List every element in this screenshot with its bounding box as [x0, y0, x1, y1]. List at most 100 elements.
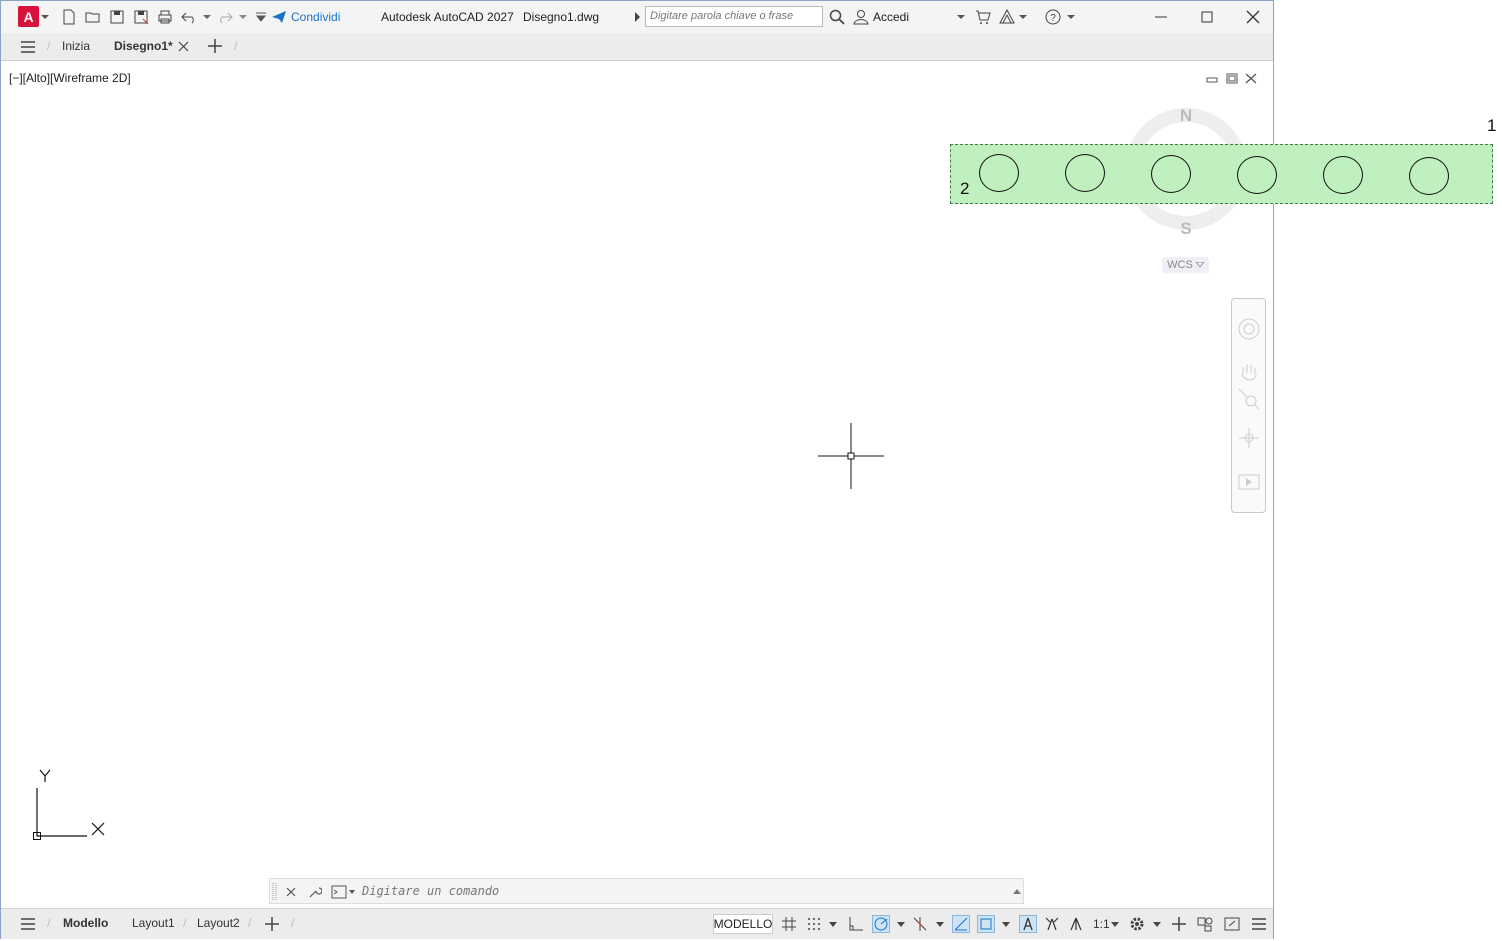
connect-dropdown-icon[interactable]	[1019, 13, 1027, 21]
help-icon[interactable]: ?	[1045, 9, 1061, 25]
open-folder-icon[interactable]	[85, 9, 101, 25]
customize-wrench-icon[interactable]	[308, 885, 322, 899]
compass-south[interactable]: S	[1180, 219, 1191, 238]
redo-icon[interactable]	[217, 9, 233, 25]
object-snap-icon[interactable]	[977, 915, 995, 933]
circle-entity[interactable]	[1323, 156, 1363, 194]
autocad-logo-button[interactable]: A	[18, 6, 39, 27]
signin-dropdown-icon[interactable]	[957, 13, 965, 21]
scale-dropdown-icon[interactable]	[1111, 922, 1119, 928]
file-name: Disegno1.dwg	[523, 10, 600, 24]
share-button[interactable]: Condividi	[291, 9, 340, 25]
model-space-button[interactable]: MODELLO	[713, 914, 773, 934]
cart-icon[interactable]	[975, 9, 991, 25]
status-bar: / Modello Layout1 / Layout2 / / MODELLO …	[1, 908, 1273, 939]
annotation-visibility-icon[interactable]	[1019, 915, 1037, 933]
zoom-extents-icon[interactable]	[1237, 387, 1261, 411]
tab-drawing[interactable]: Disegno1*	[114, 39, 173, 53]
polar-tracking-icon[interactable]	[872, 915, 890, 933]
file-tab-bar: / Inizia Disegno1* /	[1, 33, 1273, 61]
close-icon[interactable]	[1245, 9, 1261, 25]
expand-history-icon[interactable]	[1013, 888, 1021, 894]
minimize-icon[interactable]	[1153, 9, 1169, 25]
layout-menu-icon[interactable]	[20, 916, 36, 932]
tab-layout1[interactable]: Layout1	[132, 916, 175, 930]
isometric-drafting-icon[interactable]	[912, 916, 928, 932]
undo-dropdown-icon[interactable]	[203, 13, 211, 21]
viewport-minimize-icon[interactable]	[1206, 73, 1218, 84]
search-icon[interactable]	[829, 9, 845, 25]
print-icon[interactable]	[157, 9, 173, 25]
ucs-y-axis-icon	[39, 769, 51, 782]
circle-entity[interactable]	[1065, 154, 1105, 192]
workspace-gear-icon[interactable]	[1129, 916, 1145, 932]
polar-dropdown-icon[interactable]	[897, 922, 905, 928]
redo-dropdown-icon[interactable]	[239, 13, 247, 21]
steering-wheel-icon[interactable]	[1237, 317, 1261, 341]
tab-separator: /	[291, 916, 295, 930]
grip-handle-icon[interactable]	[272, 883, 278, 901]
search-expand-icon[interactable]	[633, 12, 641, 22]
snap-mode-icon[interactable]	[806, 916, 822, 932]
isolate-objects-icon[interactable]	[1197, 916, 1213, 932]
isometric-dropdown-icon[interactable]	[936, 922, 944, 928]
new-tab-icon[interactable]	[207, 38, 223, 54]
annotation-scale-icon[interactable]	[1068, 916, 1084, 932]
orbit-icon[interactable]	[1237, 426, 1261, 450]
viewport-restore-icon[interactable]	[1226, 73, 1238, 84]
viewport-close-icon[interactable]	[1245, 73, 1257, 84]
osnap-dropdown-icon[interactable]	[1002, 922, 1010, 928]
grid-icon[interactable]	[781, 916, 797, 932]
share-icon[interactable]	[271, 9, 287, 25]
showmotion-icon[interactable]	[1237, 467, 1261, 491]
save-icon[interactable]	[109, 9, 125, 25]
wcs-label: WCS	[1167, 259, 1193, 271]
compass-north[interactable]: N	[1180, 106, 1192, 125]
selection-window[interactable]: 2	[950, 144, 1493, 204]
tab-separator: /	[248, 916, 252, 930]
circle-entity[interactable]	[979, 154, 1019, 192]
selection-corner-label-1: 1	[1487, 116, 1497, 135]
object-snap-tracking-icon[interactable]	[952, 915, 970, 933]
annotation-monitor-icon[interactable]	[1171, 916, 1187, 932]
pan-hand-icon[interactable]	[1237, 361, 1261, 385]
auto-scale-icon[interactable]	[1044, 916, 1060, 932]
tab-model[interactable]: Modello	[63, 916, 108, 930]
clean-screen-icon[interactable]	[1224, 916, 1240, 932]
recent-commands-icon[interactable]	[331, 885, 357, 899]
snap-dropdown-icon[interactable]	[829, 922, 837, 928]
close-tab-icon[interactable]	[178, 41, 189, 52]
command-input[interactable]: Digitare un comando	[362, 884, 499, 898]
new-layout-icon[interactable]	[264, 916, 280, 932]
app-menu-dropdown-icon[interactable]	[41, 13, 49, 21]
workspace-dropdown-icon[interactable]	[1153, 922, 1161, 928]
viewport-controls-label[interactable]: [−][Alto][Wireframe 2D]	[9, 71, 131, 85]
title-bar: A Condividi Autodesk AutoCAD 2027 Disegn…	[1, 1, 1273, 33]
undo-icon[interactable]	[181, 9, 197, 25]
tab-separator: /	[183, 916, 187, 930]
help-dropdown-icon[interactable]	[1067, 13, 1075, 21]
customization-menu-icon[interactable]	[1251, 916, 1267, 932]
tab-separator: /	[47, 39, 51, 53]
autodesk-connect-icon[interactable]	[999, 9, 1015, 25]
circle-entity[interactable]	[1151, 155, 1191, 193]
save-as-icon[interactable]	[133, 9, 149, 25]
customize-toolbar-icon[interactable]	[253, 9, 269, 25]
tab-home[interactable]: Inizia	[62, 39, 90, 53]
wcs-dropdown-icon	[1195, 262, 1204, 268]
tab-layout2[interactable]: Layout2	[197, 916, 240, 930]
wcs-menu[interactable]: WCS	[1162, 257, 1209, 273]
search-input[interactable]: Digitare parola chiave o frase	[645, 6, 823, 27]
scale-value[interactable]: 1:1	[1093, 917, 1110, 931]
hamburger-menu-icon[interactable]	[20, 39, 36, 55]
circle-entity[interactable]	[1409, 157, 1449, 195]
new-file-icon[interactable]	[61, 9, 77, 25]
ucs-icon	[33, 769, 105, 840]
maximize-icon[interactable]	[1199, 9, 1215, 25]
close-cmdline-icon[interactable]	[286, 887, 296, 897]
signin-button[interactable]: Accedi	[873, 9, 909, 25]
app-title: Autodesk AutoCAD 2027	[381, 10, 514, 24]
circle-entity[interactable]	[1237, 156, 1277, 194]
user-icon[interactable]	[853, 9, 869, 25]
ortho-mode-icon[interactable]	[848, 916, 864, 932]
